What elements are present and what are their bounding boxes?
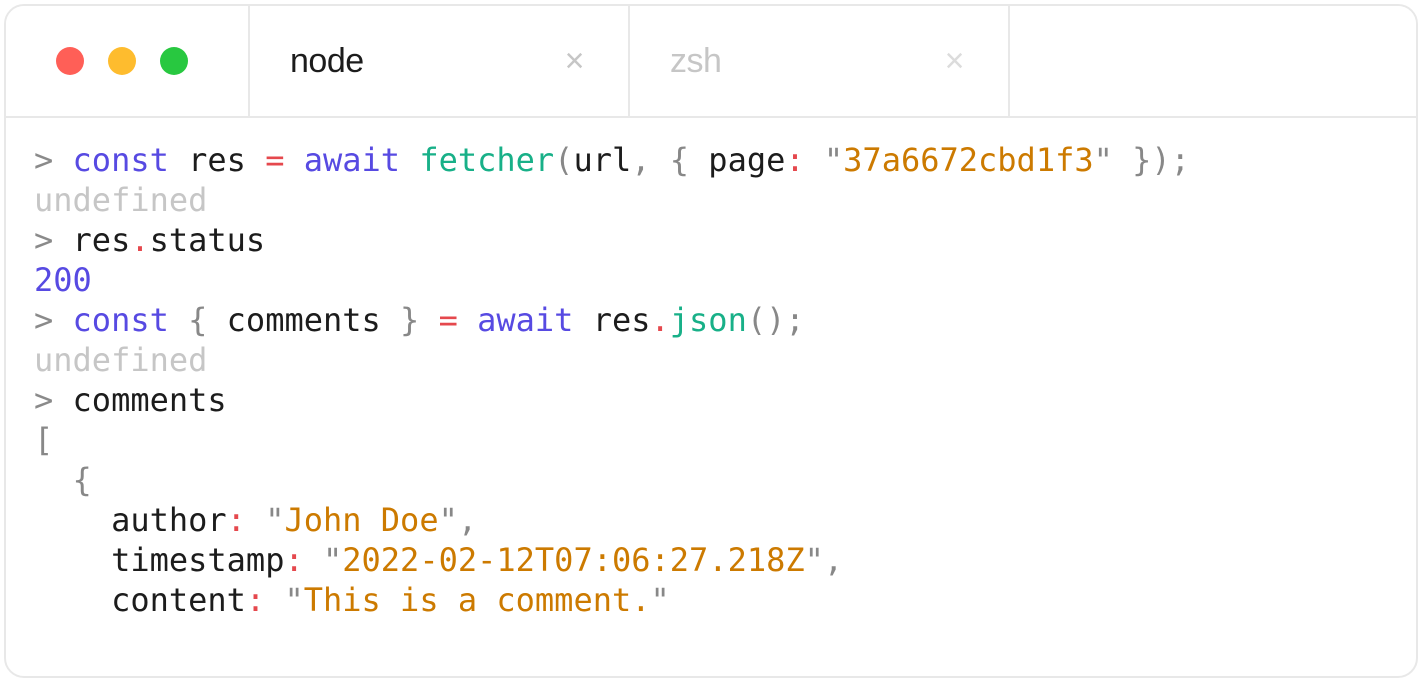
token-string: 37a6672cbd1f3 [843, 141, 1093, 179]
token-identifier: res [73, 221, 131, 259]
repl-input-line: > comments [34, 380, 1388, 420]
token-operator: . [651, 301, 670, 339]
token-punct: " [284, 581, 303, 619]
close-tab-icon[interactable]: × [565, 44, 584, 78]
token-punct: " [651, 581, 670, 619]
token-string: 2022-02-12T07:06:27.218Z [342, 541, 804, 579]
prompt-icon: > [34, 381, 53, 419]
terminal-body[interactable]: > const res = await fetcher(url, { page:… [6, 118, 1416, 676]
token-identifier: res [593, 301, 651, 339]
token-operator: = [439, 301, 458, 339]
token-operator: : [227, 501, 246, 539]
token-punct: { [73, 461, 92, 499]
token-key: content [111, 581, 246, 619]
token-punct: , [824, 541, 843, 579]
repl-output-line: timestamp: "2022-02-12T07:06:27.218Z", [34, 540, 1388, 580]
token-punct: } [1132, 141, 1151, 179]
token-punct: ; [785, 301, 804, 339]
token-punct: " [265, 501, 284, 539]
token-function: json [670, 301, 747, 339]
token-function: fetcher [419, 141, 554, 179]
token-operator: . [130, 221, 149, 259]
repl-input-line: > res.status [34, 220, 1388, 260]
zoom-icon[interactable] [160, 47, 188, 75]
indent [34, 461, 73, 499]
repl-input-line: > const { comments } = await res.json(); [34, 300, 1388, 340]
prompt-icon: > [34, 141, 53, 179]
indent [34, 581, 111, 619]
token-identifier: status [150, 221, 266, 259]
repl-output-line: undefined [34, 340, 1388, 380]
token-punct: " [1094, 141, 1113, 179]
token-string: John Doe [284, 501, 438, 539]
tab-zsh[interactable]: zsh × [630, 6, 1010, 116]
repl-output-line: { [34, 460, 1388, 500]
token-punct: " [805, 541, 824, 579]
terminal-window: node × zsh × > const res = await fetcher… [4, 4, 1418, 678]
window-controls [6, 6, 250, 116]
repl-output-line: 200 [34, 260, 1388, 300]
token-string: This is a comment. [304, 581, 651, 619]
token-punct: } [400, 301, 419, 339]
token-operator: : [246, 581, 265, 619]
token-punct: " [824, 141, 843, 179]
token-identifier: url [573, 141, 631, 179]
token-key: timestamp [111, 541, 284, 579]
tab-label: node [290, 42, 364, 81]
repl-output-line: undefined [34, 180, 1388, 220]
token-punct: , [631, 141, 650, 179]
repl-output-line: [ [34, 420, 1388, 460]
token-key: page [708, 141, 785, 179]
token-operator: : [785, 141, 804, 179]
tab-label: zsh [670, 42, 721, 81]
token-punct: ) [1151, 141, 1170, 179]
token-keyword: const [73, 141, 169, 179]
indent [34, 501, 111, 539]
token-punct: ( [554, 141, 573, 179]
token-operator: = [265, 141, 284, 179]
tab-node[interactable]: node × [250, 6, 630, 116]
token-punct: , [458, 501, 477, 539]
close-icon[interactable] [56, 47, 84, 75]
prompt-icon: > [34, 301, 53, 339]
token-identifier: comments [227, 301, 381, 339]
token-identifier: res [188, 141, 246, 179]
token-keyword: await [304, 141, 400, 179]
token-punct: ; [1171, 141, 1190, 179]
token-key: author [111, 501, 227, 539]
token-identifier: comments [73, 381, 227, 419]
repl-output-line: author: "John Doe", [34, 500, 1388, 540]
prompt-icon: > [34, 221, 53, 259]
repl-input-line: > const res = await fetcher(url, { page:… [34, 140, 1388, 180]
token-keyword: await [477, 301, 573, 339]
token-keyword: const [73, 301, 169, 339]
token-operator: : [284, 541, 303, 579]
token-punct: " [323, 541, 342, 579]
token-punct: () [747, 301, 786, 339]
repl-output-line: content: "This is a comment." [34, 580, 1388, 620]
close-tab-icon[interactable]: × [945, 44, 964, 78]
token-punct: { [188, 301, 207, 339]
minimize-icon[interactable] [108, 47, 136, 75]
token-punct: " [439, 501, 458, 539]
token-punct: { [670, 141, 689, 179]
indent [34, 541, 111, 579]
titlebar: node × zsh × [6, 6, 1416, 118]
